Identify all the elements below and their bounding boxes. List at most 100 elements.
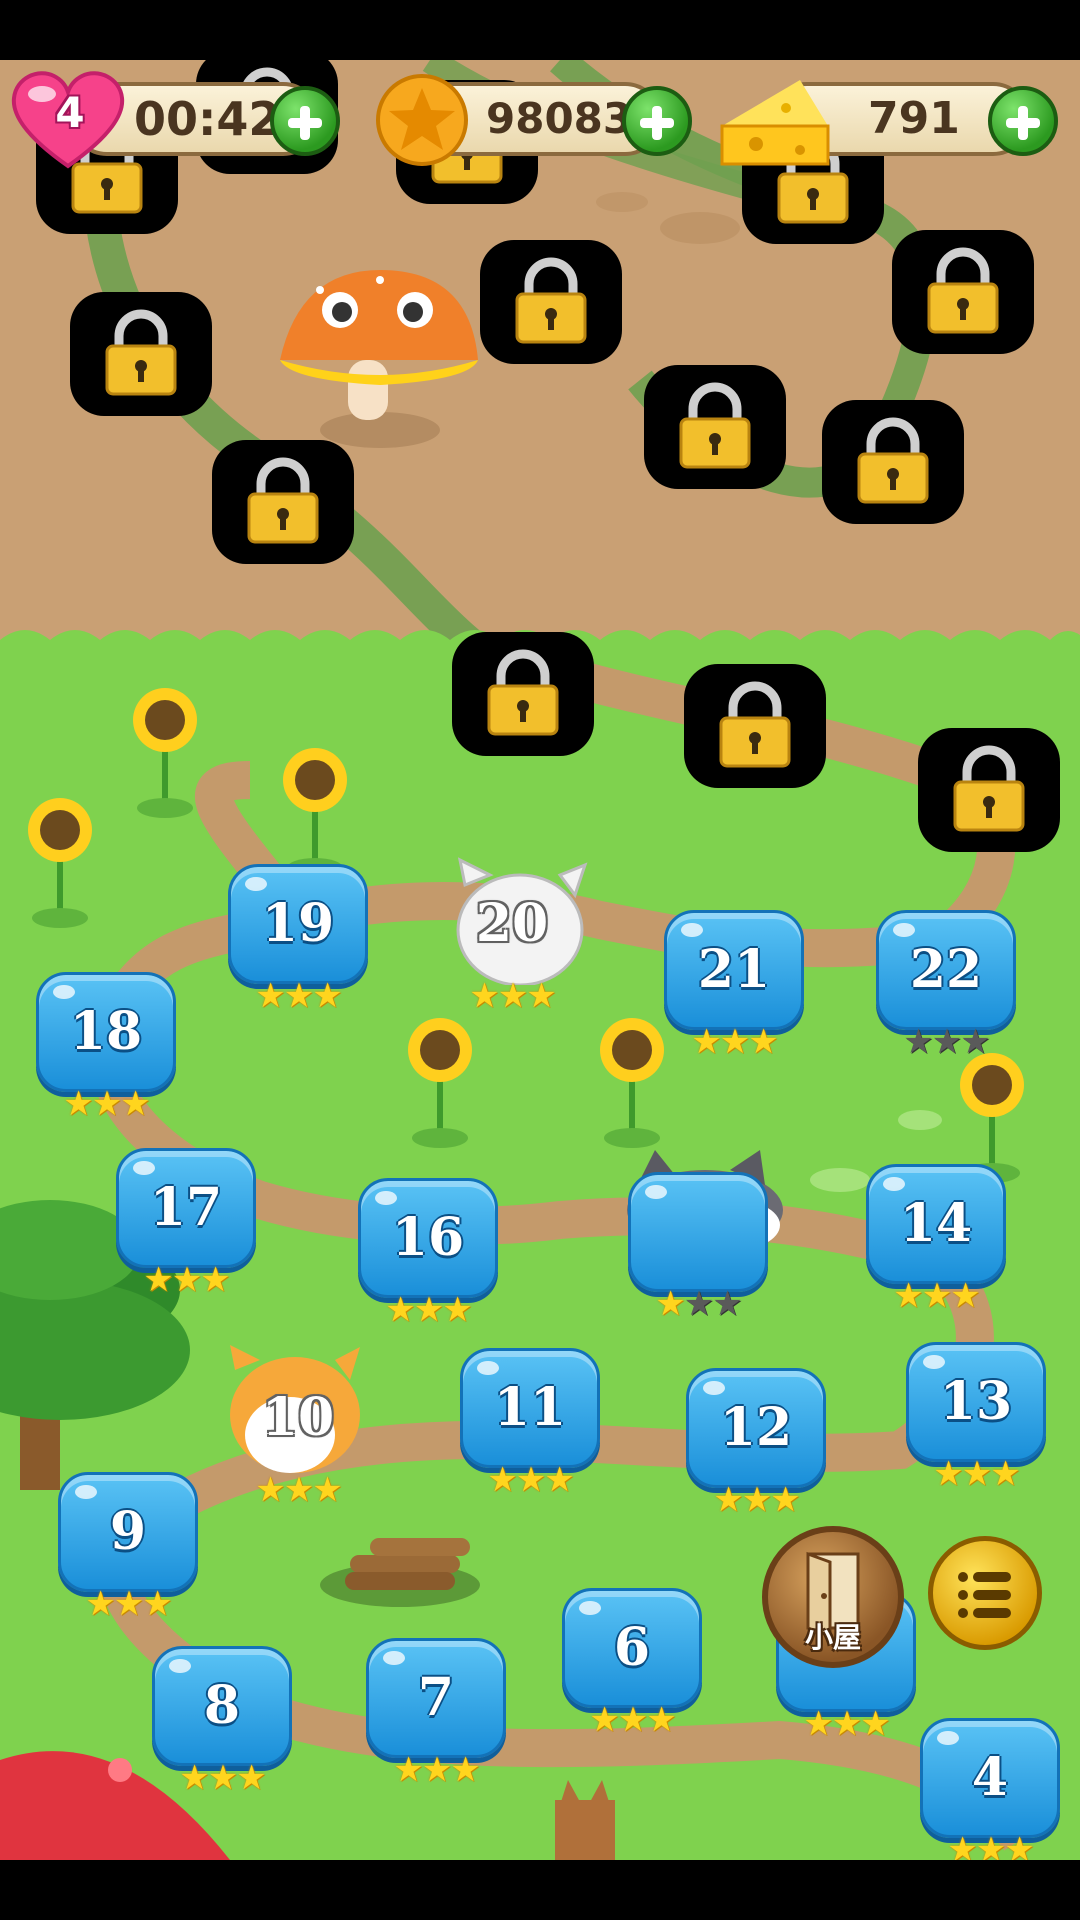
level-stars: ★★★ [442,976,582,1016]
add-coins-button[interactable] [622,86,692,156]
level-number: 9 [109,1501,147,1562]
level-stars: ★★★ [628,1284,768,1324]
level-number: 12 [719,1397,793,1458]
star-filled-icon: ★ [413,1290,445,1330]
level-button[interactable]: 11 ★★★ [460,1348,600,1500]
add-cheese-button[interactable] [988,86,1058,156]
level-number: 13 [939,1371,1013,1432]
star-filled-icon: ★ [713,1480,744,1520]
level-number: 10 [261,1387,335,1448]
level-button[interactable]: 22 ★★★ [876,910,1016,1062]
level-button[interactable]: 6 ★★★ [562,1588,702,1740]
menu-button[interactable] [928,1536,1042,1650]
lives-timer: 00:42 [134,92,281,146]
level-number: 6 [613,1617,651,1678]
level-number: 16 [391,1207,465,1268]
level-number: 21 [697,939,771,1000]
level-button[interactable]: 8 ★★★ [152,1646,292,1798]
lock-icon [487,649,559,736]
star-filled-icon: ★ [617,1700,649,1740]
level-stars: ★★★ [562,1700,702,1740]
cheese-icon [720,80,830,166]
lock-icon [515,257,587,344]
locked-level[interactable] [644,365,786,489]
level-button[interactable]: 16 ★★★ [358,1178,498,1330]
level-button[interactable]: 19 ★★★ [228,864,368,1016]
level-button[interactable]: 18 ★★★ [36,972,176,1124]
level-button[interactable]: 21 ★★★ [664,910,804,1062]
locked-level[interactable] [892,230,1034,354]
level-button[interactable]: 12 ★★★ [686,1368,826,1520]
star-filled-icon: ★ [450,1750,481,1790]
star-filled-icon: ★ [113,1584,145,1624]
lock-icon [857,417,929,504]
level-stars: ★★★ [920,1830,1060,1860]
cheese-count: 791 [868,93,960,144]
locked-level[interactable] [452,632,594,756]
star-filled-icon: ★ [421,1750,453,1790]
star-filled-icon: ★ [691,1022,722,1062]
locked-level[interactable] [684,664,826,788]
level-button[interactable]: 9 ★★★ [58,1472,198,1624]
locked-level[interactable] [70,292,212,416]
star-filled-icon: ★ [933,1454,964,1494]
lock-icon [105,309,177,396]
star-filled-icon: ★ [1004,1830,1035,1860]
level-number: 19 [261,893,335,954]
lives-count: 4 [55,88,85,137]
locked-level[interactable] [918,728,1060,852]
level-stars: ★★★ [906,1454,1046,1494]
star-filled-icon: ★ [803,1704,834,1744]
level-stars: ★★★ [866,1276,1006,1316]
level-button[interactable]: 20 ★★★ [442,864,582,1016]
house-button[interactable]: 小屋 [762,1526,904,1668]
locked-level[interactable] [822,400,964,524]
level-stars: ★★★ [228,976,368,1016]
star-filled-icon: ★ [589,1700,620,1740]
level-number: 8 [203,1675,241,1736]
level-stars: ★★★ [152,1758,292,1798]
star-filled-icon: ★ [741,1480,773,1520]
level-button[interactable]: 17 ★★★ [116,1148,256,1300]
star-filled-icon: ★ [921,1276,953,1316]
star-filled-icon: ★ [975,1830,1007,1860]
level-button[interactable]: 13 ★★★ [906,1342,1046,1494]
lock-icon [927,247,999,334]
star-filled-icon: ★ [487,1460,518,1500]
lock-icon [247,457,319,544]
level-stars: ★★★ [686,1480,826,1520]
star-filled-icon: ★ [385,1290,416,1330]
star-filled-icon: ★ [171,1260,203,1300]
level-stars: ★★★ [358,1290,498,1330]
star-filled-icon: ★ [860,1704,891,1744]
lock-icon [953,745,1025,832]
star-filled-icon: ★ [283,976,315,1016]
level-map[interactable]: 4★★★ 5★★★ 6★★★ 7★★★ 8★★★ 9★★★ 10★★★ 11★★… [0,60,1080,1860]
star-filled-icon: ★ [947,1830,978,1860]
level-number: 20 [475,893,549,954]
add-lives-button[interactable] [270,86,340,156]
lock-icon [719,681,791,768]
level-button[interactable]: 15★★★ [628,1172,768,1324]
level-button[interactable]: 4 ★★★ [920,1718,1060,1860]
star-filled-icon: ★ [893,1276,924,1316]
star-empty-icon: ★ [960,1022,991,1062]
locked-level[interactable] [480,240,622,364]
level-number: 18 [69,1001,143,1062]
locked-level[interactable] [212,440,354,564]
star-filled-icon: ★ [990,1454,1021,1494]
star-filled-icon: ★ [85,1584,116,1624]
level-stars: ★★★ [228,1470,368,1510]
level-stars: ★★★ [366,1750,506,1790]
star-empty-icon: ★ [712,1284,743,1324]
level-button[interactable]: 7 ★★★ [366,1638,506,1790]
star-filled-icon: ★ [748,1022,779,1062]
level-number: 7 [417,1667,455,1728]
star-filled-icon: ★ [179,1758,210,1798]
level-stars: ★★★ [776,1704,916,1744]
level-stars: ★★★ [460,1460,600,1500]
level-number: 17 [149,1177,223,1238]
level-stars: ★★★ [664,1022,804,1062]
level-button[interactable]: 14 ★★★ [866,1164,1006,1316]
level-button[interactable]: 10 ★★★ [228,1358,368,1510]
